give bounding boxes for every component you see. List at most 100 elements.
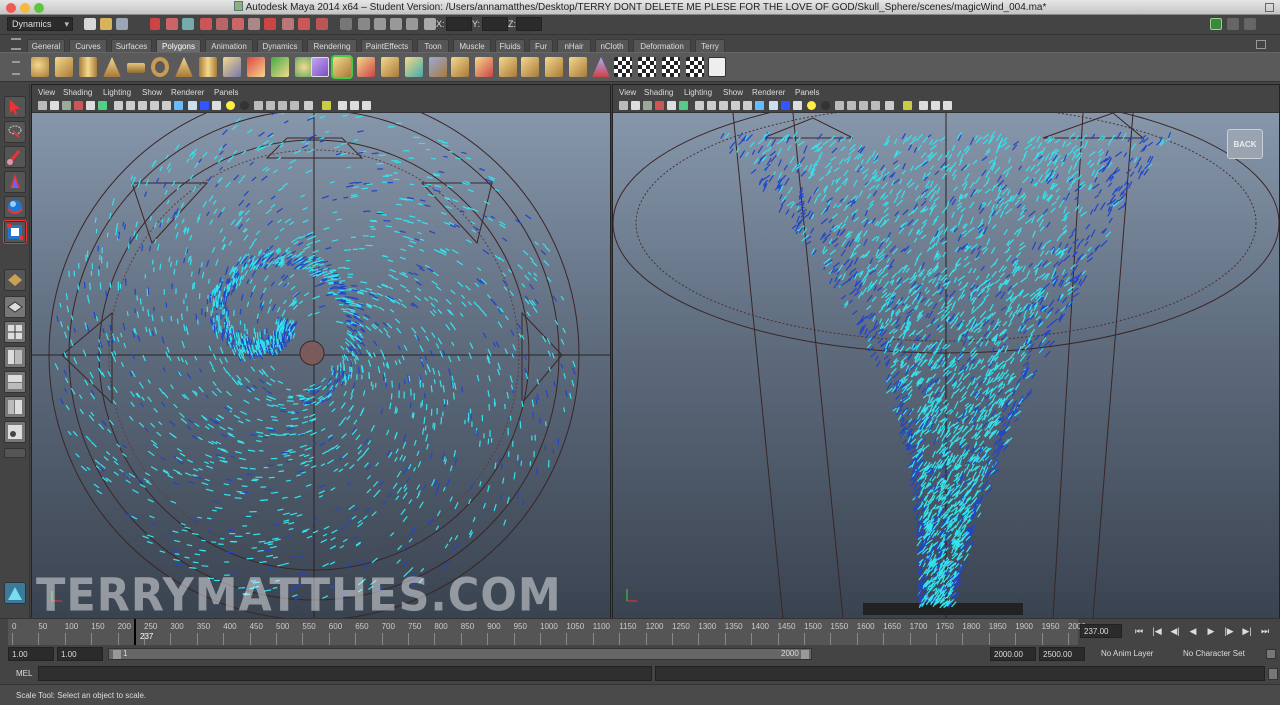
panel-toolbar-icon[interactable] — [338, 101, 347, 110]
select-by-curve-icon[interactable] — [232, 18, 244, 30]
panel-toolbar-icon[interactable] — [943, 101, 952, 110]
panel-toolbar-icon[interactable] — [719, 101, 728, 110]
select-by-joint-icon[interactable] — [216, 18, 228, 30]
select-object-icon[interactable] — [166, 18, 178, 30]
panel-toolbar-icon[interactable] — [138, 101, 147, 110]
panel-toolbar-icon[interactable] — [871, 101, 880, 110]
panel-toolbar-icon[interactable] — [226, 101, 235, 110]
collapse-icon[interactable] — [521, 57, 539, 77]
select-by-deformation-icon[interactable] — [264, 18, 276, 30]
rotate-tool-icon[interactable] — [4, 196, 26, 218]
panel-toolbar-icon[interactable] — [38, 101, 47, 110]
scale-tool-icon[interactable] — [3, 220, 27, 244]
shelf-tab-nhair[interactable]: nHair — [557, 39, 591, 52]
shelf-tab-animation[interactable]: Animation — [205, 39, 253, 52]
panel-menu-renderer[interactable]: Renderer — [752, 88, 785, 97]
panel-toolbar-icon[interactable] — [619, 101, 628, 110]
panel-toolbar-icon[interactable] — [74, 101, 83, 110]
panel-toolbar-icon[interactable] — [807, 101, 816, 110]
panel-toolbar-icon[interactable] — [919, 101, 928, 110]
panel-menu-show[interactable]: Show — [723, 88, 743, 97]
panel-menu-shading[interactable]: Shading — [644, 88, 673, 97]
fullscreen-icon[interactable] — [1265, 3, 1274, 12]
persp-graph-layout-icon[interactable] — [4, 346, 26, 368]
panel-toolbar-icon[interactable] — [304, 101, 313, 110]
minimize-window-button[interactable] — [20, 3, 30, 13]
panel-toolbar-icon[interactable] — [162, 101, 171, 110]
panel-toolbar-icon[interactable] — [266, 101, 275, 110]
panel-toolbar-icon[interactable] — [679, 101, 688, 110]
persp-outliner-layout-icon[interactable] — [4, 371, 26, 393]
merge-icon[interactable] — [499, 57, 517, 77]
snap-curve-icon[interactable] — [374, 18, 386, 30]
move-tool-icon[interactable] — [4, 171, 26, 193]
close-window-button[interactable] — [6, 3, 16, 13]
shelf-tab-ncloth[interactable]: nCloth — [595, 39, 629, 52]
panel-toolbar-icon[interactable] — [240, 101, 249, 110]
panel-toolbar-icon[interactable] — [835, 101, 844, 110]
panel-menu-shading[interactable]: Shading — [63, 88, 92, 97]
shelf-tab-deformation[interactable]: Deformation — [633, 39, 691, 52]
poly-torus-icon[interactable] — [151, 57, 169, 77]
open-scene-icon[interactable] — [100, 18, 112, 30]
boolean-icon[interactable] — [311, 57, 329, 77]
panel-menu-view[interactable]: View — [38, 88, 55, 97]
panel-toolbar-icon[interactable] — [86, 101, 95, 110]
viewport-left[interactable]: View Shading Lighting Show Renderer Pane… — [31, 84, 611, 618]
panel-toolbar-icon[interactable] — [731, 101, 740, 110]
last-used-tool-icon[interactable] — [4, 269, 26, 291]
shelf-tab-fur[interactable]: Fur — [529, 39, 553, 52]
shelf-tab-toon[interactable]: Toon — [417, 39, 449, 52]
uv-planar-icon[interactable] — [614, 57, 632, 77]
panel-menu-show[interactable]: Show — [142, 88, 162, 97]
snap-grid-icon[interactable] — [358, 18, 370, 30]
panel-toolbar-icon[interactable] — [931, 101, 940, 110]
sculpt-icon[interactable] — [592, 57, 610, 77]
panel-toolbar-icon[interactable] — [631, 101, 640, 110]
panel-toolbar-icon[interactable] — [903, 101, 912, 110]
select-hierarchy-icon[interactable] — [150, 18, 160, 30]
select-by-dynamic-icon[interactable] — [282, 18, 294, 30]
panel-toolbar-icon[interactable] — [743, 101, 752, 110]
shelf-tab-surfaces[interactable]: Surfaces — [111, 39, 152, 52]
poly-cylinder-icon[interactable] — [79, 57, 97, 77]
panel-toolbar-icon[interactable] — [174, 101, 183, 110]
viewport-right[interactable]: View Shading Lighting Show Renderer Pane… — [612, 84, 1280, 618]
y-coord-field[interactable] — [482, 17, 508, 31]
panel-toolbar-icon[interactable] — [254, 101, 263, 110]
split-polygon-icon[interactable] — [429, 57, 447, 77]
mirror-geometry-icon[interactable] — [331, 55, 353, 79]
uv-automatic-icon[interactable] — [686, 57, 704, 77]
lock-selection-icon[interactable] — [340, 18, 352, 30]
panel-toolbar-icon[interactable] — [695, 101, 704, 110]
panel-toolbar-icon[interactable] — [98, 101, 107, 110]
shelf-tab-fluids[interactable]: Fluids — [495, 39, 525, 52]
panel-toolbar-icon[interactable] — [212, 101, 221, 110]
extract-icon[interactable] — [271, 57, 289, 77]
shelf-tab-general[interactable]: General — [27, 39, 65, 52]
toggle-tool-settings-icon[interactable] — [1227, 18, 1239, 30]
panel-toolbar-icon[interactable] — [781, 101, 790, 110]
extrude-icon[interactable] — [357, 57, 375, 77]
poly-pyramid-icon[interactable] — [175, 57, 193, 77]
x-coord-field[interactable] — [446, 17, 472, 31]
menu-set-dropdown[interactable]: Dynamics ▾ — [7, 17, 73, 31]
bridge-icon[interactable] — [381, 57, 399, 77]
shelf-toggle-icon[interactable] — [1256, 40, 1266, 49]
select-misc-icon[interactable] — [316, 18, 328, 30]
panel-toolbar-icon[interactable] — [114, 101, 123, 110]
save-scene-icon[interactable] — [116, 18, 128, 30]
panel-toolbar-icon[interactable] — [188, 101, 197, 110]
shelf-tab-painteffects[interactable]: PaintEffects — [361, 39, 413, 52]
panel-toolbar-icon[interactable] — [50, 101, 59, 110]
panel-menu-lighting[interactable]: Lighting — [103, 88, 131, 97]
combine-icon[interactable] — [223, 57, 241, 77]
panel-menu-lighting[interactable]: Lighting — [684, 88, 712, 97]
panel-toolbar-icon[interactable] — [655, 101, 664, 110]
front-view-viewport[interactable]: BACK — [613, 113, 1279, 618]
panel-toolbar-icon[interactable] — [859, 101, 868, 110]
shelf-menu-icon[interactable] — [11, 38, 21, 50]
separate-icon[interactable] — [247, 57, 265, 77]
panel-toolbar-icon[interactable] — [362, 101, 371, 110]
panel-toolbar-icon[interactable] — [755, 101, 764, 110]
